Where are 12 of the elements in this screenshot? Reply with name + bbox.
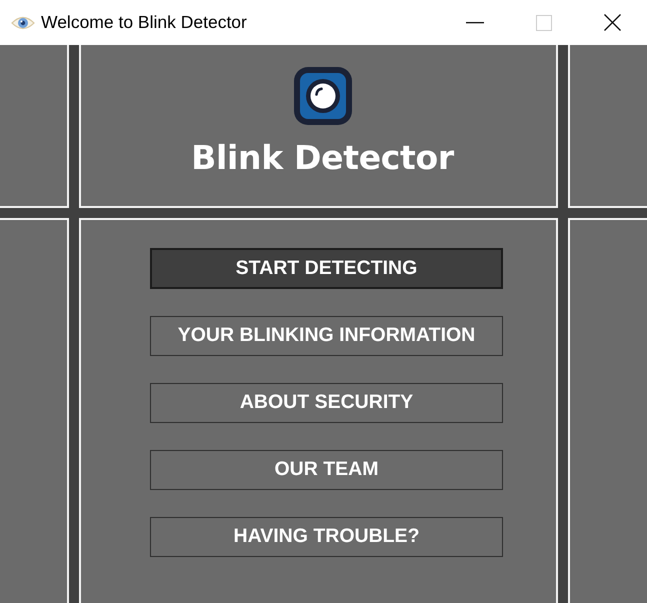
menu-button[interactable]: ABOUT SECURITY	[150, 383, 503, 423]
menu-button[interactable]: HAVING TROUBLE?	[150, 517, 503, 557]
logo-icon	[294, 67, 352, 125]
app-title: Blink Detector	[191, 141, 454, 174]
menu-button[interactable]: OUR TEAM	[150, 450, 503, 490]
menu-button[interactable]: YOUR BLINKING INFORMATION	[150, 316, 503, 356]
maximize-icon	[536, 14, 552, 30]
eye-icon	[11, 14, 35, 30]
window-title: Welcome to Blink Detector	[41, 11, 247, 34]
close-icon	[604, 14, 621, 31]
minimize-icon	[466, 22, 484, 24]
menu-button[interactable]: START DETECTING	[150, 248, 503, 289]
